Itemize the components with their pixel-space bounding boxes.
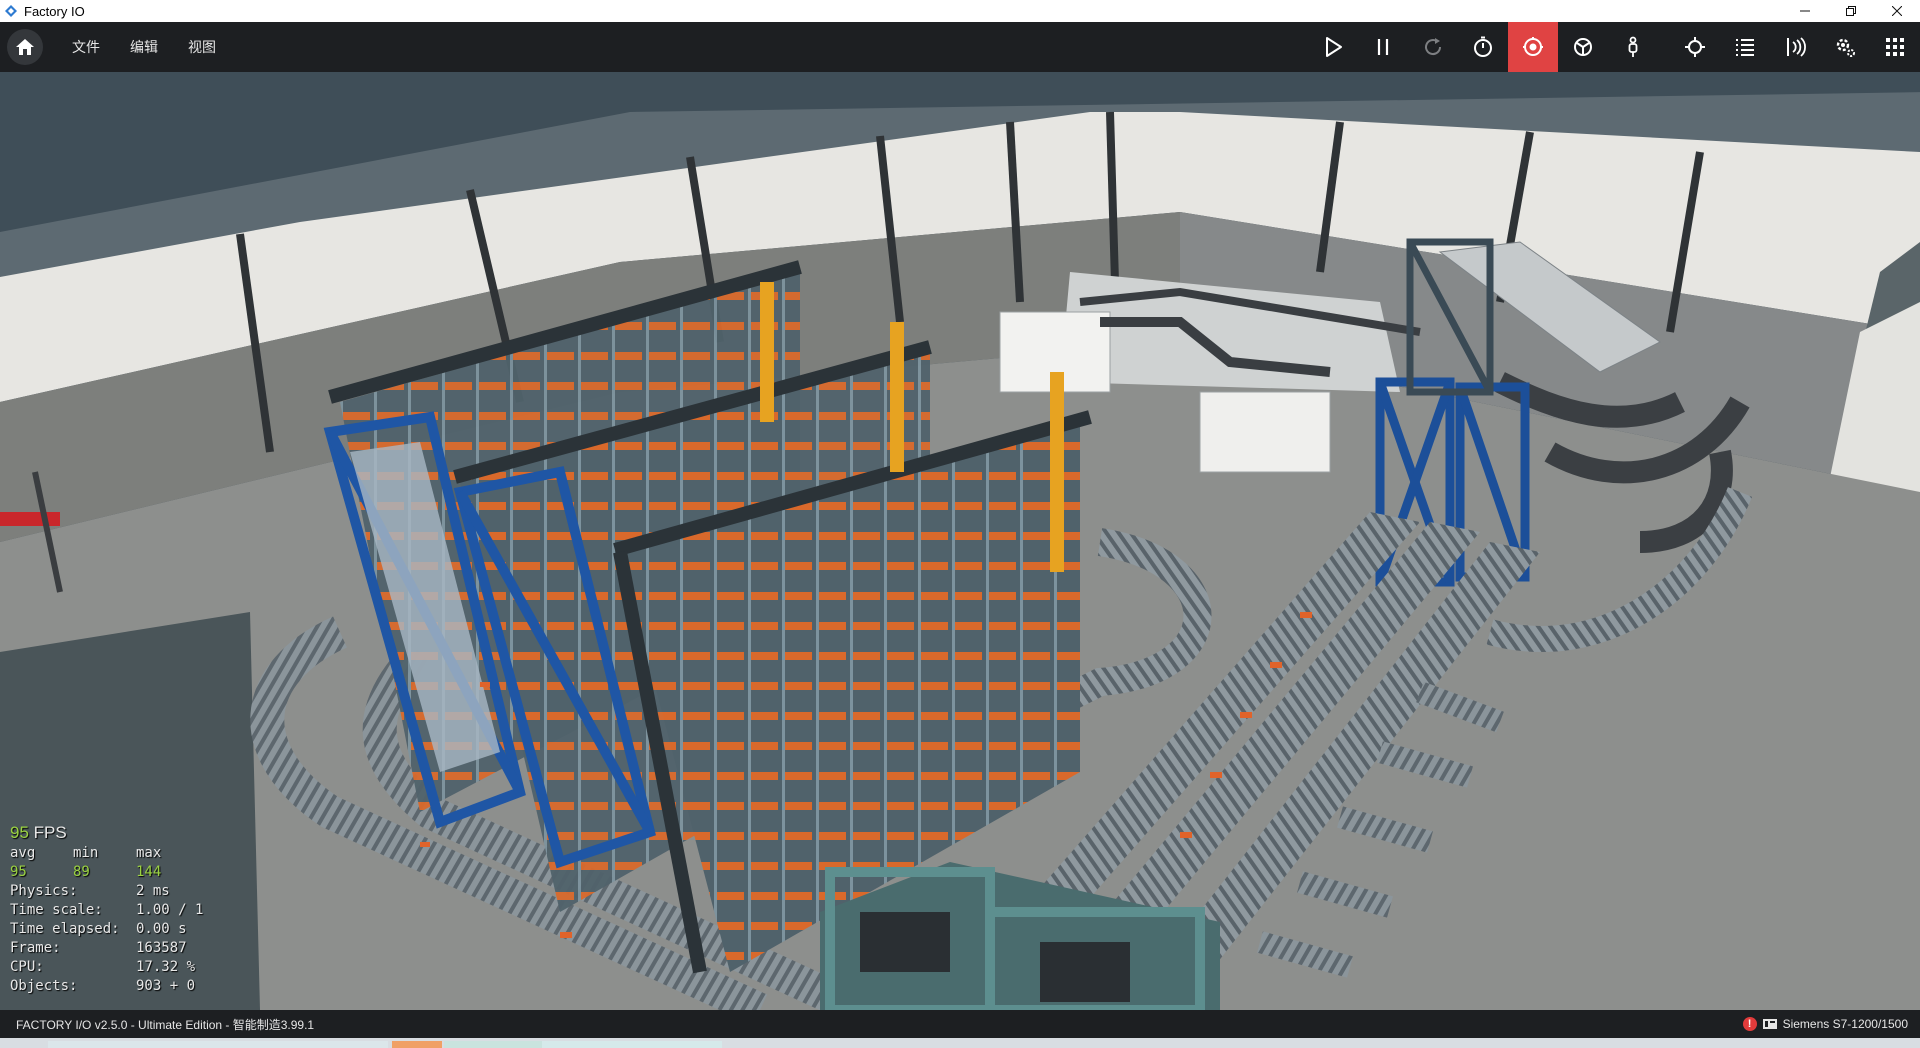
first-person-button[interactable]	[1608, 22, 1658, 72]
stats-header-row: avg min max	[10, 844, 203, 863]
stats-label: Time scale:	[10, 902, 103, 918]
stats-value: 1.00 / 1	[136, 902, 204, 918]
minimize-button[interactable]	[1782, 0, 1828, 22]
stats-label: Frame:	[10, 940, 61, 956]
crosshair-icon	[1685, 37, 1705, 57]
factory-scene[interactable]	[0, 72, 1920, 1010]
window-title: Factory IO	[24, 3, 85, 19]
sensor-button[interactable]	[1770, 22, 1820, 72]
fps-readout: 95 FPS	[10, 823, 203, 842]
stats-value: 903 + 0	[136, 978, 196, 994]
taskbar-segment	[392, 1041, 442, 1048]
fly-camera-icon	[1574, 38, 1592, 56]
toolbar-tools	[1308, 22, 1920, 72]
stats-row-frame: Frame: 163587	[10, 939, 203, 958]
stats-label: Time elapsed:	[10, 921, 120, 937]
taskbar-segment	[48, 1041, 388, 1048]
stats-value: 17.32 %	[136, 959, 196, 975]
restore-button[interactable]	[1828, 0, 1874, 22]
list-icon	[1736, 39, 1754, 56]
stats-label: Physics:	[10, 883, 78, 899]
scene-viewport[interactable]: 95 FPS avg min max 95 89 144 Physics: 2 …	[0, 72, 1920, 1010]
close-icon	[1892, 6, 1902, 16]
restore-icon	[1846, 6, 1856, 16]
stats-header-avg: avg	[10, 845, 36, 861]
stats-max-value: 144	[136, 864, 162, 880]
stats-values-row: 95 89 144	[10, 863, 203, 882]
play-icon	[1326, 37, 1342, 57]
stats-row-objects: Objects: 903 + 0	[10, 977, 203, 996]
stats-label: Objects:	[10, 978, 78, 994]
window-title-bar: Factory IO	[0, 0, 1920, 22]
timer-button[interactable]	[1458, 22, 1508, 72]
settings-icon	[1836, 38, 1855, 57]
stats-row-time-scale: Time scale: 1.00 / 1	[10, 901, 203, 920]
sensor-icon	[1787, 37, 1806, 57]
taskbar-segment	[444, 1041, 542, 1048]
plc-driver-icon	[1762, 1019, 1777, 1029]
grid-button[interactable]	[1870, 22, 1920, 72]
pause-icon	[1377, 39, 1389, 55]
play-button[interactable]	[1308, 22, 1358, 72]
status-bar: FACTORY I/O v2.5.0 - Ultimate Edition - …	[0, 1010, 1920, 1038]
menu-file[interactable]: 文件	[72, 37, 100, 57]
camera-orbit-icon	[1523, 37, 1543, 56]
performance-stats: 95 FPS avg min max 95 89 144 Physics: 2 …	[10, 823, 203, 996]
stats-value: 2 ms	[136, 883, 170, 899]
fps-value: 95	[10, 823, 29, 842]
stats-label: CPU:	[10, 959, 44, 975]
timer-icon	[1474, 36, 1492, 57]
taskbar-edge	[0, 1038, 1920, 1048]
taskbar-segment	[542, 1041, 722, 1048]
stats-row-cpu: CPU: 17.32 %	[10, 958, 203, 977]
home-icon	[16, 39, 34, 55]
list-button[interactable]	[1720, 22, 1770, 72]
grid-icon	[1886, 38, 1904, 56]
home-button[interactable]	[7, 29, 43, 65]
crosshair-button[interactable]	[1670, 22, 1720, 72]
close-button[interactable]	[1874, 0, 1920, 22]
settings-button[interactable]	[1820, 22, 1870, 72]
version-info: FACTORY I/O v2.5.0 - Ultimate Edition - …	[16, 1017, 315, 1032]
reset-icon	[1425, 38, 1442, 56]
stats-row-physics: Physics: 2 ms	[10, 882, 203, 901]
menu-edit[interactable]: 编辑	[130, 37, 158, 57]
stats-value: 0.00 s	[136, 921, 187, 937]
pause-button[interactable]	[1358, 22, 1408, 72]
driver-alert-icon[interactable]: !	[1742, 1017, 1757, 1031]
stats-header-min: min	[73, 845, 99, 861]
stats-header-max: max	[136, 845, 162, 861]
stats-avg-value: 95	[10, 864, 27, 880]
fly-camera-button[interactable]	[1558, 22, 1608, 72]
menu-view[interactable]: 视图	[188, 37, 216, 57]
driver-name: Siemens S7-1200/1500	[1782, 1017, 1908, 1031]
main-toolbar: 文件 编辑 视图	[0, 22, 1920, 72]
reset-button[interactable]	[1408, 22, 1458, 72]
first-person-icon	[1628, 36, 1638, 57]
stats-min-value: 89	[73, 864, 90, 880]
factory-io-logo-icon	[5, 5, 17, 17]
fps-unit: FPS	[33, 823, 67, 842]
stats-row-time-elapsed: Time elapsed: 0.00 s	[10, 920, 203, 939]
minimize-icon	[1800, 10, 1810, 12]
orbit-camera-button[interactable]	[1508, 22, 1558, 72]
driver-status[interactable]: ! Siemens S7-1200/1500	[1742, 1017, 1920, 1031]
stats-value: 163587	[136, 940, 187, 956]
